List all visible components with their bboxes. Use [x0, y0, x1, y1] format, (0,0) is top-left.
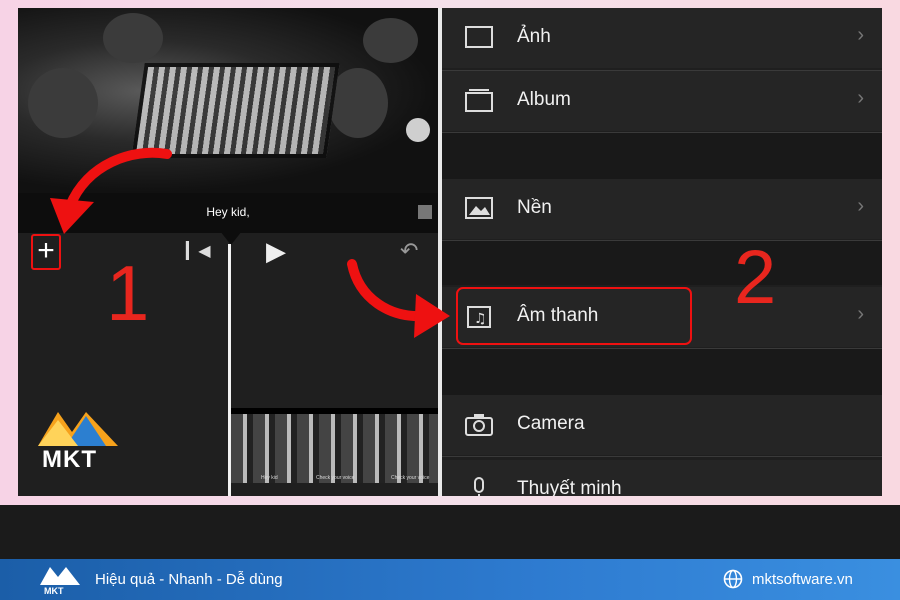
dark-separator-strip [0, 505, 900, 559]
menu-item-label: Album [517, 89, 571, 110]
menu-item-album[interactable]: Album › [442, 71, 882, 131]
add-media-menu: Ảnh › Album › Nền › ♫ Âm thanh › Camera [442, 8, 882, 496]
globe-icon [723, 569, 743, 589]
chevron-right-icon: › [857, 24, 864, 46]
mkt-logo: MKT [36, 406, 120, 476]
clip-label: Hey kid [261, 475, 278, 481]
menu-item-label: Ảnh [517, 26, 551, 47]
red-arrow-right-icon [347, 259, 450, 338]
screenshot-frame: Hey kid, + ▎◀ ▶ ↶ Hey kid Check your voi… [18, 8, 882, 496]
menu-item-camera[interactable]: Camera [442, 395, 882, 455]
clip-label: Check your voice [391, 475, 430, 481]
step-number-2: 2 [734, 235, 777, 320]
background-icon [465, 197, 493, 219]
menu-item-voiceover[interactable]: Thuyết minh [442, 460, 882, 496]
mkt-logo-text: MKT [42, 446, 97, 473]
caption-settings-icon[interactable] [418, 205, 432, 219]
menu-item-label: Thuyết minh [517, 478, 622, 496]
add-media-button[interactable]: + [31, 234, 61, 270]
play-icon[interactable]: ▶ [266, 236, 286, 267]
menu-item-label: Camera [517, 413, 585, 434]
video-frame-image [131, 63, 340, 158]
playhead-marker [220, 231, 242, 245]
audio-highlight-box [456, 287, 692, 345]
timeline-clip[interactable]: Hey kid Check your voice Check your voic… [231, 408, 438, 483]
camera-icon [465, 414, 493, 436]
red-arrow-left-icon [50, 147, 172, 234]
skip-to-start-icon[interactable]: ▎◀ [186, 241, 211, 261]
clip-label: Check your voice [316, 475, 355, 481]
album-icon [465, 89, 493, 112]
chevron-right-icon: › [857, 87, 864, 109]
menu-item-background[interactable]: Nền › [442, 179, 882, 239]
chevron-right-icon: › [857, 195, 864, 217]
microphone-icon [474, 477, 484, 496]
menu-item-photos[interactable]: Ảnh › [442, 8, 882, 68]
footer-bar: MKT Hiệu quả - Nhanh - Dễ dùng mktsoftwa… [0, 559, 900, 600]
chevron-right-icon: › [857, 303, 864, 325]
footer-logo-text: MKT [44, 586, 64, 595]
mkt-logo-icon [38, 412, 118, 446]
footer-tagline: Hiệu quả - Nhanh - Dễ dùng [95, 571, 283, 588]
step-number-1: 1 [106, 249, 150, 337]
photo-icon [465, 26, 493, 48]
editor-panel: Hey kid, + ▎◀ ▶ ↶ Hey kid Check your voi… [18, 8, 438, 496]
footer-website-link[interactable]: mktsoftware.vn [752, 571, 853, 588]
menu-item-label: Nền [517, 197, 552, 218]
footer-logo-icon: MKT [40, 567, 80, 595]
